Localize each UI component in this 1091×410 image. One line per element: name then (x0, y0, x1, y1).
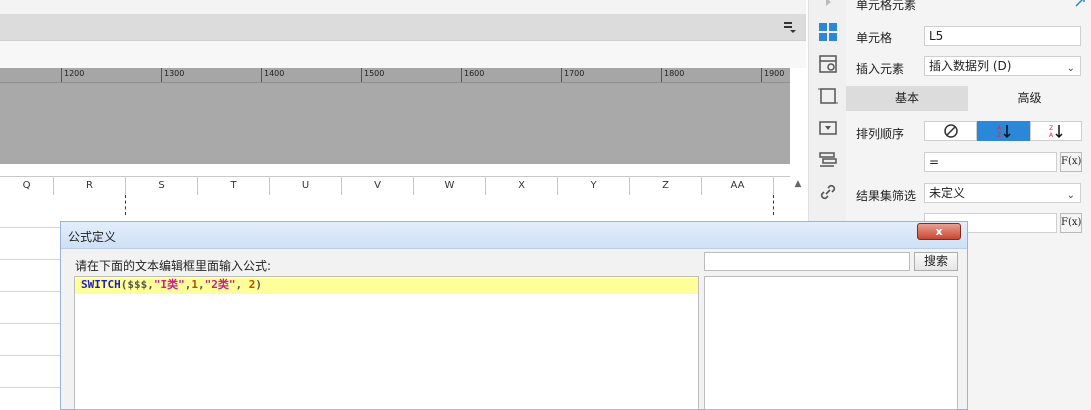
expand-icon[interactable] (1074, 0, 1086, 8)
condition-attribute-icon[interactable] (818, 150, 838, 170)
cell-label: 单元格 (856, 31, 893, 45)
ruler-mark: 1200 (64, 69, 85, 78)
dialog-body: 请在下面的文本编辑框里面输入公式: SWITCH($$$,"I类",1,"2类"… (67, 249, 959, 410)
ruler-mark: 1500 (364, 69, 385, 78)
chevron-down-icon: ⌄ (1066, 190, 1075, 201)
horizontal-ruler: 1200 1300 1400 1500 1600 1700 1800 1900 (0, 68, 790, 83)
design-canvas[interactable] (0, 83, 790, 164)
sort-descending-icon: Z A (1049, 125, 1063, 139)
toolbar-menu-icon[interactable] (784, 21, 796, 33)
hyperlink-icon[interactable] (818, 182, 838, 202)
scroll-up-icon[interactable]: ▲ (792, 178, 804, 190)
formula-text[interactable]: SWITCH($$$,"I类",1,"2类", 2) (81, 278, 262, 292)
sort-ascending-button[interactable]: A Z (977, 121, 1030, 141)
svg-text:A: A (997, 125, 1002, 132)
formula-dialog: 公式定义 x 请在下面的文本编辑框里面输入公式: SWITCH($$$,"I类"… (60, 221, 968, 410)
insert-element-label: 插入元素 (856, 62, 905, 76)
result-filter-label: 结果集筛选 (856, 189, 917, 203)
widget-icon[interactable] (818, 118, 838, 138)
column-header-v[interactable]: V (342, 177, 414, 195)
ruler-mark: 1400 (264, 69, 285, 78)
column-header: Q R S T U V W X Y Z AA (0, 176, 790, 196)
insert-element-select[interactable]: 插入数据列 (D) ⌄ (924, 56, 1081, 76)
column-header-t[interactable]: T (198, 177, 270, 195)
search-button[interactable]: 搜索 (914, 252, 958, 271)
close-icon: x (935, 225, 943, 238)
ruler-mark: 1900 (764, 69, 785, 78)
tab-advanced[interactable]: 高级 (968, 86, 1091, 111)
collapse-arrow-icon[interactable] (818, 0, 838, 14)
ruler-mark: 1600 (464, 69, 485, 78)
toolbar-area (0, 41, 806, 68)
svg-text:Z: Z (1049, 125, 1053, 132)
dialog-title: 公式定义 (68, 230, 117, 244)
ruler-mark: 1800 (664, 69, 685, 78)
insert-element-value: 插入数据列 (D) (929, 59, 1012, 73)
svg-text:A: A (1049, 132, 1054, 139)
ruler-mark: 1300 (164, 69, 185, 78)
sort-order-label: 排列顺序 (856, 127, 905, 141)
column-header-r[interactable]: R (54, 177, 126, 195)
close-button[interactable]: x (917, 223, 961, 240)
toolbar (0, 14, 806, 41)
formula-button[interactable]: F(x) (1060, 152, 1082, 172)
column-header-x[interactable]: X (486, 177, 558, 195)
cell-attribute-icon[interactable] (818, 54, 838, 74)
panel-header: 单元格元素 (856, 0, 917, 12)
sort-expression-input[interactable]: = (924, 152, 1057, 172)
function-list[interactable] (704, 276, 958, 410)
formula-button[interactable]: F(x) (1060, 213, 1082, 233)
page-break-line (773, 195, 774, 215)
tab-basic[interactable]: 基本 (846, 86, 968, 111)
top-strip (0, 0, 806, 14)
result-filter-value: 未定义 (929, 186, 966, 200)
column-header-u[interactable]: U (270, 177, 342, 195)
sort-ascending-icon: A Z (997, 125, 1011, 139)
svg-text:Z: Z (997, 132, 1001, 139)
frame-icon[interactable] (818, 86, 838, 106)
column-header-y[interactable]: Y (558, 177, 630, 195)
sheet-gap (0, 164, 806, 176)
page-break-line (125, 195, 126, 215)
chevron-down-icon: ⌄ (1066, 63, 1075, 74)
dialog-titlebar[interactable]: 公式定义 x (61, 222, 967, 249)
ruler-mark: 1700 (564, 69, 585, 78)
sort-descending-button[interactable]: Z A (1030, 121, 1082, 141)
cell-element-icon[interactable] (818, 22, 838, 42)
column-header-w[interactable]: W (414, 177, 486, 195)
formula-editor[interactable]: SWITCH($$$,"I类",1,"2类", 2) (74, 276, 699, 410)
sort-none-button[interactable] (924, 121, 977, 141)
cell-input[interactable]: L5 (924, 26, 1081, 46)
column-header-z[interactable]: Z (630, 177, 702, 195)
instruction-text: 请在下面的文本编辑框里面输入公式: (75, 259, 272, 273)
column-header-s[interactable]: S (126, 177, 198, 195)
no-sort-icon (943, 124, 958, 138)
column-header-q[interactable]: Q (0, 177, 54, 195)
function-search-input[interactable] (704, 252, 910, 271)
result-filter-select[interactable]: 未定义 ⌄ (924, 183, 1081, 203)
column-header-aa[interactable]: AA (702, 177, 774, 195)
